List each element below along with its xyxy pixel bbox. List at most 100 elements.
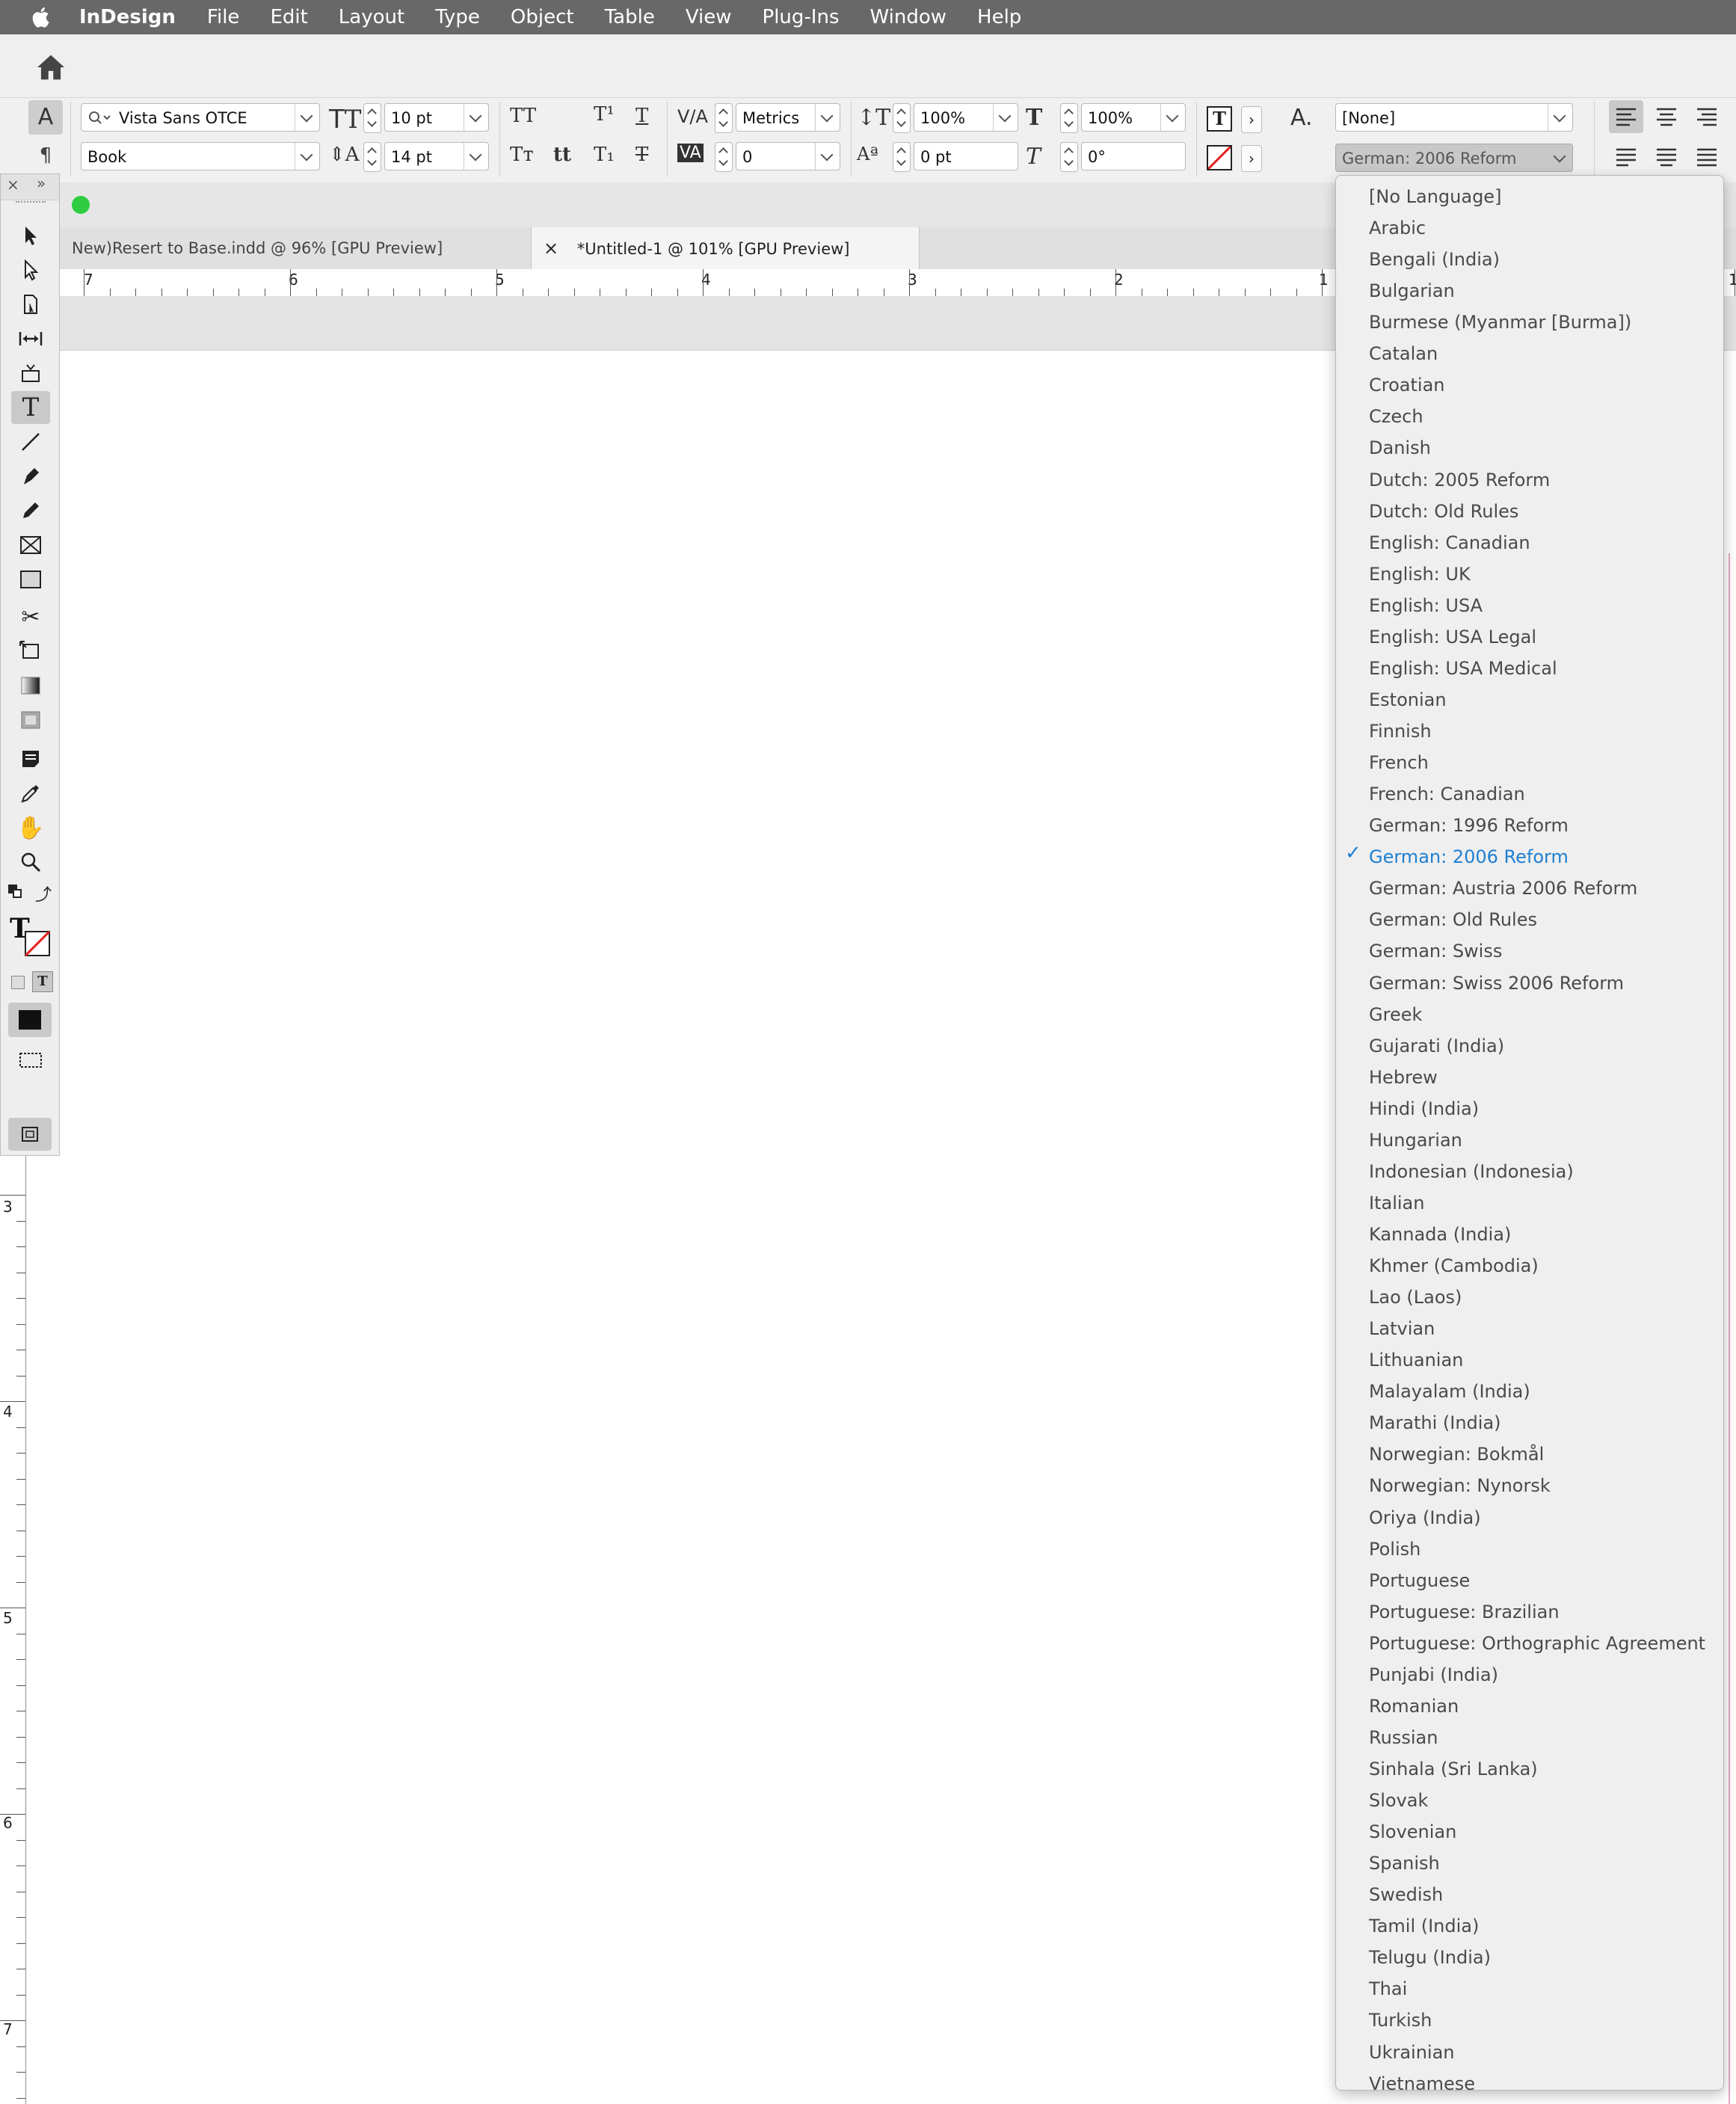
font-family-field[interactable]: Vista Sans OTCE (81, 103, 320, 132)
justify-left-button[interactable] (1609, 141, 1643, 173)
kerning-field[interactable]: Metrics (736, 103, 840, 132)
justify-all-button[interactable] (1690, 141, 1724, 173)
gradient-swatch-tool[interactable] (11, 669, 50, 702)
font-size-stepper[interactable] (363, 103, 381, 133)
language-option[interactable]: Portuguese: Brazilian (1369, 1597, 1560, 1627)
skew-field[interactable]: 0° (1081, 142, 1186, 170)
selection-tool[interactable] (11, 219, 50, 252)
tab-resert-to-base[interactable]: New)Resert to Base.indd @ 96% [GPU Previ… (60, 227, 531, 299)
content-collector-tool[interactable] (11, 357, 50, 390)
pen-tool[interactable] (11, 460, 50, 493)
language-option[interactable]: Gujarati (India) (1369, 1031, 1504, 1061)
language-option[interactable]: Danish (1369, 433, 1431, 463)
language-option[interactable]: Estonian (1369, 685, 1447, 715)
gradient-feather-tool[interactable] (11, 704, 50, 736)
pencil-tool[interactable] (11, 494, 50, 527)
language-option[interactable]: Portuguese: Orthographic Agreement (1369, 1628, 1705, 1658)
language-option[interactable]: Malayalam (India) (1369, 1376, 1530, 1406)
menu-object[interactable]: Object (511, 6, 574, 28)
page-tool[interactable] (11, 288, 50, 321)
chevron-down-icon[interactable] (295, 143, 319, 170)
language-option[interactable]: Dutch: Old Rules (1369, 496, 1518, 526)
free-transform-tool[interactable] (11, 635, 50, 668)
menu-view[interactable]: View (686, 6, 732, 28)
language-option[interactable]: French (1369, 748, 1429, 778)
language-option[interactable]: German: 2006 Reform (1369, 842, 1569, 872)
page-canvas[interactable] (27, 351, 1335, 2104)
language-option[interactable]: German: Swiss 2006 Reform (1369, 968, 1624, 998)
language-option[interactable]: Latvian (1369, 1314, 1435, 1344)
stroke-menu-button[interactable]: › (1241, 145, 1262, 172)
paragraph-mode-button[interactable]: ¶ (28, 141, 63, 170)
scissors-tool[interactable]: ✂ (11, 600, 50, 633)
language-option[interactable]: [No Language] (1369, 182, 1501, 212)
language-option[interactable]: Bengali (India) (1369, 244, 1500, 274)
language-option[interactable]: Slovenian (1369, 1817, 1456, 1847)
language-option[interactable]: English: UK (1369, 559, 1471, 589)
swap-fill-stroke-icon[interactable]: ⤴ (35, 882, 52, 905)
window-zoom-button[interactable] (72, 196, 90, 214)
language-option[interactable]: Turkish (1369, 2005, 1432, 2035)
grip-icon[interactable] (16, 201, 46, 207)
note-tool[interactable] (11, 742, 50, 775)
leading-field[interactable]: 14 pt (384, 142, 489, 170)
language-option[interactable]: Hungarian (1369, 1125, 1462, 1155)
menu-layout[interactable]: Layout (339, 6, 404, 28)
baseline-shift-stepper[interactable] (893, 142, 911, 172)
text-fill-swatch[interactable]: T (1207, 106, 1232, 132)
language-option[interactable]: Arabic (1369, 213, 1426, 243)
language-option[interactable]: Norwegian: Nynorsk (1369, 1471, 1551, 1501)
tracking-field[interactable]: 0 (736, 142, 840, 170)
font-size-field[interactable]: 10 pt (384, 103, 489, 132)
direct-selection-tool[interactable] (11, 253, 50, 286)
leading-stepper[interactable] (363, 142, 381, 172)
language-option[interactable]: Marathi (India) (1369, 1408, 1501, 1438)
chevron-down-icon[interactable] (295, 104, 319, 131)
language-option[interactable]: German: Austria 2006 Reform (1369, 873, 1637, 903)
home-icon[interactable] (36, 54, 66, 81)
menu-help[interactable]: Help (977, 6, 1021, 28)
language-option[interactable]: Kannada (India) (1369, 1219, 1511, 1249)
language-option[interactable]: Khmer (Cambodia) (1369, 1251, 1539, 1281)
language-option[interactable]: Telugu (India) (1369, 1942, 1491, 1972)
app-menu[interactable]: InDesign (79, 6, 176, 28)
language-option[interactable]: Tamil (India) (1369, 1911, 1479, 1941)
apple-icon[interactable] (30, 5, 54, 29)
rectangle-tool[interactable] (11, 563, 50, 596)
formatting-text-button[interactable]: T (32, 971, 53, 992)
menu-edit[interactable]: Edit (270, 6, 307, 28)
language-option[interactable]: Hebrew (1369, 1062, 1438, 1092)
language-option[interactable]: Burmese (Myanmar [Burma]) (1369, 307, 1631, 337)
vertical-scale-field[interactable]: 100% (914, 103, 1018, 132)
lowercase-button[interactable]: tt (553, 144, 571, 166)
language-option[interactable]: Catalan (1369, 339, 1438, 369)
fill-menu-button[interactable]: › (1241, 106, 1262, 133)
language-option[interactable]: Punjabi (India) (1369, 1660, 1498, 1690)
language-option[interactable]: Finnish (1369, 716, 1432, 746)
language-option[interactable]: Vietnamese (1369, 2069, 1475, 2099)
baseline-shift-field[interactable]: 0 pt (914, 142, 1018, 170)
align-right-button[interactable] (1690, 100, 1724, 133)
chevron-down-icon[interactable] (464, 104, 488, 131)
subscript-button[interactable]: T₁ (594, 144, 615, 166)
font-style-field[interactable]: Book (81, 142, 320, 170)
language-option[interactable]: Norwegian: Bokmål (1369, 1439, 1544, 1469)
horizontal-scale-stepper[interactable] (1060, 103, 1078, 133)
type-tool[interactable]: T (11, 391, 50, 424)
language-option[interactable]: Ukrainian (1369, 2037, 1455, 2067)
chevron-down-icon[interactable] (464, 143, 488, 170)
eyedropper-tool[interactable] (11, 777, 50, 810)
menu-type[interactable]: Type (435, 6, 480, 28)
chevron-down-icon[interactable] (1548, 144, 1572, 171)
vertical-scale-stepper[interactable] (893, 103, 911, 133)
chevron-down-icon[interactable] (993, 104, 1018, 131)
language-option[interactable]: Lithuanian (1369, 1345, 1463, 1375)
language-option[interactable]: Croatian (1369, 370, 1444, 400)
skew-stepper[interactable] (1060, 142, 1078, 172)
rectangle-frame-tool[interactable] (11, 529, 50, 562)
all-caps-button[interactable]: TT (510, 105, 536, 127)
screen-mode-button[interactable] (17, 1049, 44, 1071)
superscript-button[interactable]: T¹ (594, 103, 615, 126)
language-option[interactable]: Romanian (1369, 1691, 1459, 1721)
language-option[interactable]: Dutch: 2005 Reform (1369, 465, 1550, 495)
